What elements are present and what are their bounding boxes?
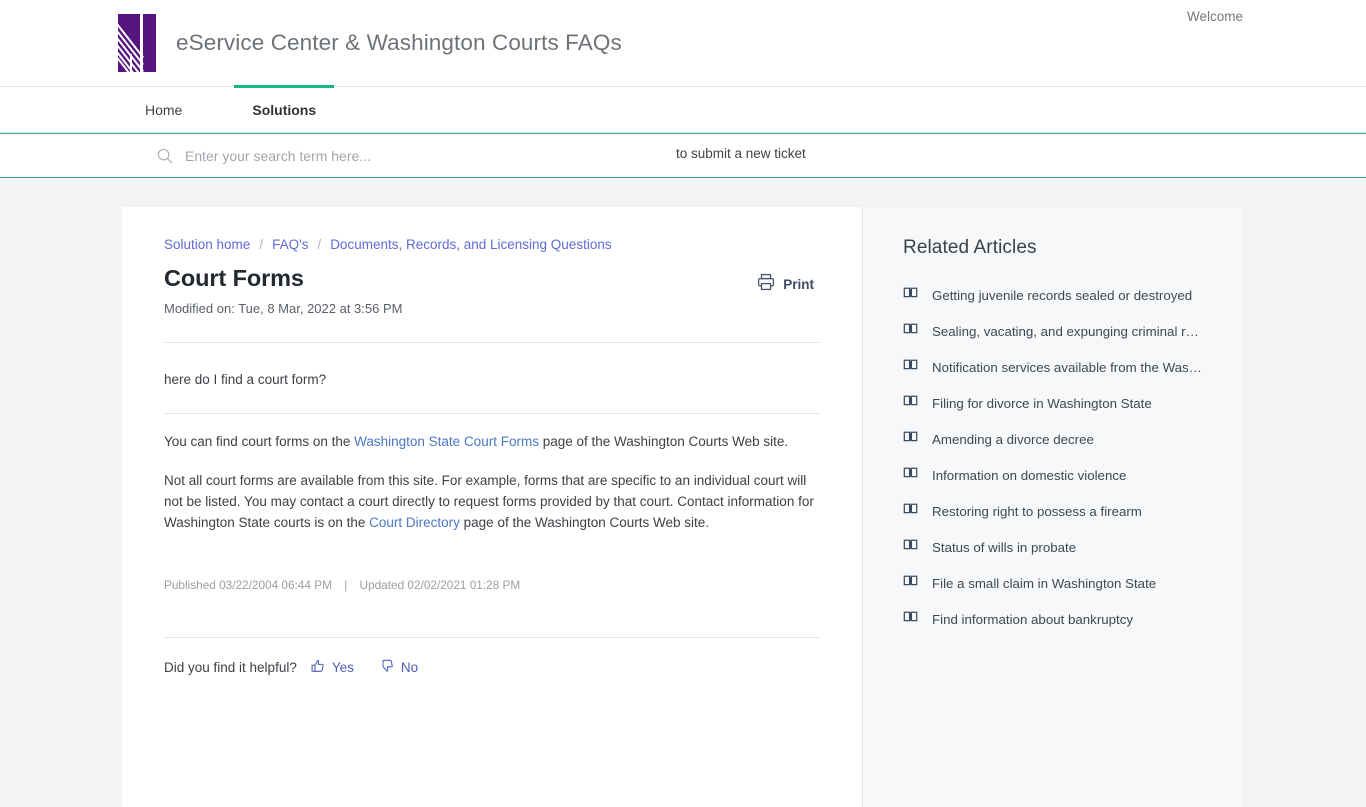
- page-title: Court Forms: [164, 265, 304, 291]
- book-icon: [903, 357, 918, 377]
- link-court-directory[interactable]: Court Directory: [369, 515, 460, 530]
- breadcrumb-separator: /: [259, 237, 264, 252]
- list-item-label: Notification services available from the…: [932, 359, 1202, 375]
- breadcrumb-separator: /: [317, 237, 322, 252]
- link-washington-state-court-forms[interactable]: Washington State Court Forms: [354, 434, 539, 449]
- paragraph-1-before: You can find court forms on the: [164, 434, 355, 449]
- breadcrumb-item-faqs[interactable]: FAQ's: [272, 237, 308, 252]
- publish-info: Published 03/22/2004 06:44 PM | Updated …: [164, 578, 820, 592]
- list-item[interactable]: File a small claim in Washington State: [903, 565, 1214, 601]
- content-card: Solution home / FAQ's / Documents, Recor…: [122, 207, 1242, 807]
- list-item-label: Information on domestic violence: [932, 467, 1127, 483]
- article-paragraph-2: Not all court forms are available from t…: [164, 470, 820, 533]
- brand[interactable]: eService Center & Washington Courts FAQs: [118, 14, 622, 72]
- print-label: Print: [783, 277, 814, 292]
- book-icon: [903, 285, 918, 305]
- related-articles-title: Related Articles: [903, 237, 1037, 258]
- paragraph-1-after: page of the Washington Courts Web site.: [538, 434, 789, 449]
- vote-yes-button[interactable]: Yes: [311, 659, 354, 676]
- book-icon: [903, 429, 918, 449]
- divider-bottom: [164, 637, 820, 638]
- feedback-question: Did you find it helpful?: [164, 660, 297, 675]
- book-icon: [903, 321, 918, 341]
- book-icon: [903, 537, 918, 557]
- list-item-label: File a small claim in Washington State: [932, 575, 1157, 591]
- washington-courts-logo-icon: [118, 14, 156, 72]
- list-item-label: Getting juvenile records sealed or destr…: [932, 287, 1193, 303]
- article-paragraph-1: You can find court forms on the Washingt…: [164, 431, 820, 452]
- printer-icon: [757, 273, 775, 296]
- modified-date: Modified on: Tue, 8 Mar, 2022 at 3:56 PM: [164, 301, 403, 316]
- list-item[interactable]: Sealing, vacating, and expunging crimina…: [903, 313, 1214, 349]
- publish-divider: |: [344, 578, 348, 592]
- breadcrumb: Solution home / FAQ's / Documents, Recor…: [164, 237, 820, 252]
- article-question: here do I find a court form?: [164, 372, 327, 387]
- list-item[interactable]: Notification services available from the…: [903, 349, 1214, 385]
- submit-ticket-note[interactable]: to submit a new ticket: [676, 146, 806, 161]
- book-icon: [903, 465, 918, 485]
- book-icon: [903, 501, 918, 521]
- list-item-label: Amending a divorce decree: [932, 431, 1094, 447]
- updated-date: Updated 02/02/2021 01:28 PM: [359, 578, 521, 592]
- list-item[interactable]: Find information about bankruptcy: [903, 601, 1214, 637]
- article-header: Court Forms Modified on: Tue, 8 Mar, 202…: [164, 265, 820, 316]
- list-item-label: Filing for divorce in Washington State: [932, 395, 1152, 411]
- related-articles-panel: Related Articles Getting juvenile record…: [862, 207, 1242, 807]
- book-icon: [903, 609, 918, 629]
- vote-no-button[interactable]: No: [380, 659, 418, 676]
- list-item-label: Sealing, vacating, and expunging crimina…: [932, 323, 1204, 339]
- book-icon: [903, 573, 918, 593]
- list-item-label: Status of wills in probate: [932, 539, 1077, 555]
- list-item[interactable]: Amending a divorce decree: [903, 421, 1214, 457]
- thumbs-up-icon: [311, 659, 325, 676]
- thumbs-down-icon: [380, 659, 394, 676]
- list-item[interactable]: Information on domestic violence: [903, 457, 1214, 493]
- list-item[interactable]: Getting juvenile records sealed or destr…: [903, 277, 1214, 313]
- welcome-text: Welcome: [1186, 9, 1243, 24]
- list-item[interactable]: Restoring right to possess a firearm: [903, 493, 1214, 529]
- vote-no-label: No: [400, 660, 419, 675]
- site-title: eService Center & Washington Courts FAQs: [176, 30, 622, 55]
- search-input[interactable]: [185, 134, 625, 177]
- breadcrumb-item-documents-records-licensing[interactable]: Documents, Records, and Licensing Questi…: [330, 237, 611, 252]
- book-icon: [903, 393, 918, 413]
- search-icon: [157, 148, 173, 164]
- search-bar: to submit a new ticket: [0, 133, 1366, 178]
- list-item[interactable]: Filing for divorce in Washington State: [903, 385, 1214, 421]
- tab-solutions[interactable]: Solutions: [234, 85, 334, 132]
- main-nav: Home Solutions: [0, 85, 1366, 133]
- article-panel: Solution home / FAQ's / Documents, Recor…: [122, 207, 862, 807]
- breadcrumb-item-solution-home[interactable]: Solution home: [164, 237, 250, 252]
- feedback-section: Did you find it helpful? Yes No: [164, 659, 444, 676]
- list-item[interactable]: Status of wills in probate: [903, 529, 1214, 565]
- list-item-label: Restoring right to possess a firearm: [932, 503, 1142, 519]
- site-header: eService Center & Washington Courts FAQs…: [0, 0, 1366, 87]
- list-item-label: Find information about bankruptcy: [932, 611, 1134, 627]
- tab-home[interactable]: Home: [122, 87, 234, 132]
- paragraph-2-after: page of the Washington Courts Web site.: [459, 515, 710, 530]
- divider-question: [164, 413, 820, 414]
- published-date: Published 03/22/2004 06:44 PM: [164, 578, 332, 592]
- print-button[interactable]: Print: [757, 273, 814, 296]
- vote-yes-label: Yes: [331, 660, 354, 675]
